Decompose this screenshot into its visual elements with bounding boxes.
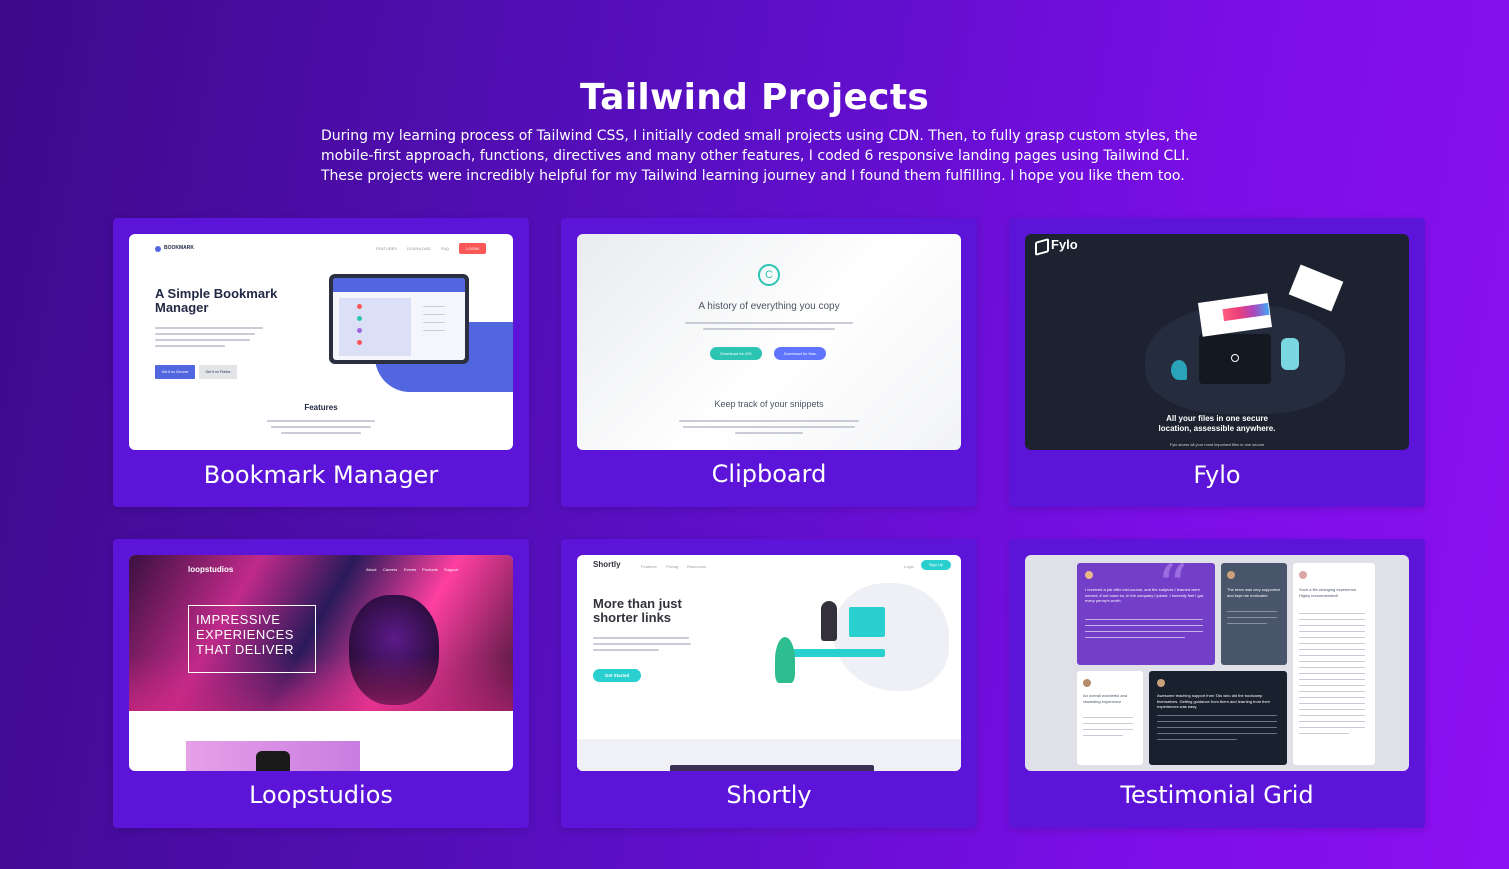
clipboard-preview[interactable]: C A history of everything you copy Downl…	[577, 234, 961, 450]
loopstudios-nav-about: About	[366, 567, 377, 572]
bookmark-features-heading: Features	[304, 403, 338, 412]
project-label-clipboard: Clipboard	[711, 460, 827, 488]
loopstudios-preview[interactable]: loopstudios About Careers Events Product…	[129, 555, 513, 771]
fylo-document-2	[1288, 264, 1344, 312]
shortly-logo: Shortly	[593, 560, 621, 569]
loopstudios-feature-image	[186, 741, 360, 771]
shortly-shorten-box	[670, 765, 874, 771]
project-card-testimonial[interactable]: “ I received a job offer mid-course, and…	[1009, 539, 1425, 828]
fylo-headline: All your files in one secure location, a…	[1158, 414, 1276, 433]
testimonial-card-4: An overall wonderful and rewarding exper…	[1077, 671, 1143, 765]
shortly-person	[821, 601, 837, 641]
page-title: Tailwind Projects	[579, 77, 930, 119]
testimonial-card-1: “ I received a job offer mid-course, and…	[1077, 563, 1215, 665]
shortly-headline: More than just shorter links	[593, 596, 682, 625]
loopstudios-nav-products: Products	[422, 567, 438, 572]
testimonial-card-2: The team was very supportive and kept me…	[1221, 563, 1287, 665]
project-label-shortly: Shortly	[726, 781, 812, 809]
shortly-nav-pricing: Pricing	[666, 564, 679, 569]
project-card-loopstudios[interactable]: loopstudios About Careers Events Product…	[113, 539, 529, 828]
clipboard-section-heading: Keep track of your snippets	[714, 399, 824, 409]
shortly-signup: Sign Up	[921, 560, 951, 570]
testimonial-card-5: Awesome teaching support from TAs who di…	[1149, 671, 1287, 765]
shortly-preview[interactable]: Shortly Features Pricing Resources Login…	[577, 555, 961, 771]
bookmark-preview[interactable]: BOOKMARK FEATURES DOWNLOAD FAQ LOGIN A S…	[129, 234, 513, 450]
testimonial-quote-1: I received a job offer mid-course, and t…	[1085, 587, 1204, 603]
fylo-logo-icon	[1035, 238, 1049, 256]
project-card-bookmark[interactable]: BOOKMARK FEATURES DOWNLOAD FAQ LOGIN A S…	[113, 218, 529, 507]
testimonial-quote-2: The team was very supportive and kept me…	[1227, 587, 1281, 598]
testimonial-quote-5: Awesome teaching support from TAs who di…	[1157, 693, 1270, 709]
bookmark-login: LOGIN	[459, 243, 486, 254]
shortly-nav-features: Features	[641, 564, 657, 569]
project-label-testimonial: Testimonial Grid	[1120, 781, 1314, 809]
folder-icon	[1199, 334, 1271, 384]
shortly-monitor	[849, 607, 885, 637]
bookmark-nav-features: FEATURES	[376, 246, 398, 251]
clipboard-icon: C	[758, 264, 780, 286]
fylo-logo: Fylo	[1051, 237, 1078, 252]
project-label-fylo: Fylo	[1193, 461, 1241, 489]
testimonial-quote-4: An overall wonderful and rewarding exper…	[1083, 693, 1128, 704]
clipboard-headline: A history of everything you copy	[698, 301, 840, 312]
project-label-loopstudios: Loopstudios	[249, 781, 393, 809]
shortly-desk	[793, 649, 885, 657]
bookmark-nav-faq: FAQ	[441, 246, 450, 251]
project-card-fylo[interactable]: Fylo All your files in one secure locati…	[1009, 218, 1425, 507]
bookmark-chrome-button: Get it on Chrome	[155, 365, 195, 379]
bookmark-firefox-button: Get it on Firefox	[199, 365, 237, 379]
shortly-get-started-button: Get Started	[593, 669, 641, 682]
fylo-person	[1281, 338, 1299, 370]
testimonial-card-3: Such a life-changing experience. Highly …	[1293, 563, 1375, 765]
shortly-plant	[775, 637, 795, 683]
shortly-login: Login	[904, 564, 914, 569]
shortly-blob	[833, 583, 949, 691]
project-card-shortly[interactable]: Shortly Features Pricing Resources Login…	[561, 539, 977, 828]
bookmark-headline: A Simple Bookmark Manager	[155, 286, 278, 315]
bookmark-logo-icon	[155, 246, 161, 252]
fylo-preview[interactable]: Fylo All your files in one secure locati…	[1025, 234, 1409, 450]
loopstudios-hero	[129, 555, 513, 711]
loopstudios-headline: IMPRESSIVE EXPERIENCES THAT DELIVER	[188, 605, 316, 673]
fylo-subtext: Fylo stores all your most important file…	[1169, 442, 1265, 447]
testimonial-preview[interactable]: “ I received a job offer mid-course, and…	[1025, 555, 1409, 771]
intro-paragraph: During my learning process of Tailwind C…	[321, 128, 1198, 184]
clipboard-ios-button: Download for iOS	[710, 347, 762, 360]
bookmark-logo: BOOKMARK	[164, 245, 194, 251]
bookmark-tablet	[329, 274, 469, 364]
shortly-nav-resources: Resources	[687, 564, 707, 569]
loopstudios-logo: loopstudios	[188, 565, 234, 574]
clipboard-mac-button: Download for Mac	[774, 347, 826, 360]
project-label-bookmark: Bookmark Manager	[203, 461, 439, 489]
loopstudios-nav-events: Events	[404, 567, 417, 572]
loopstudios-nav-support: Support	[444, 567, 459, 572]
fylo-plant	[1171, 360, 1187, 380]
bookmark-nav-download: DOWNLOAD	[407, 246, 431, 251]
project-card-clipboard[interactable]: C A history of everything you copy Downl…	[561, 218, 977, 507]
testimonial-quote-3: Such a life-changing experience. Highly …	[1299, 587, 1358, 598]
loopstudios-nav-careers: Careers	[383, 567, 398, 572]
